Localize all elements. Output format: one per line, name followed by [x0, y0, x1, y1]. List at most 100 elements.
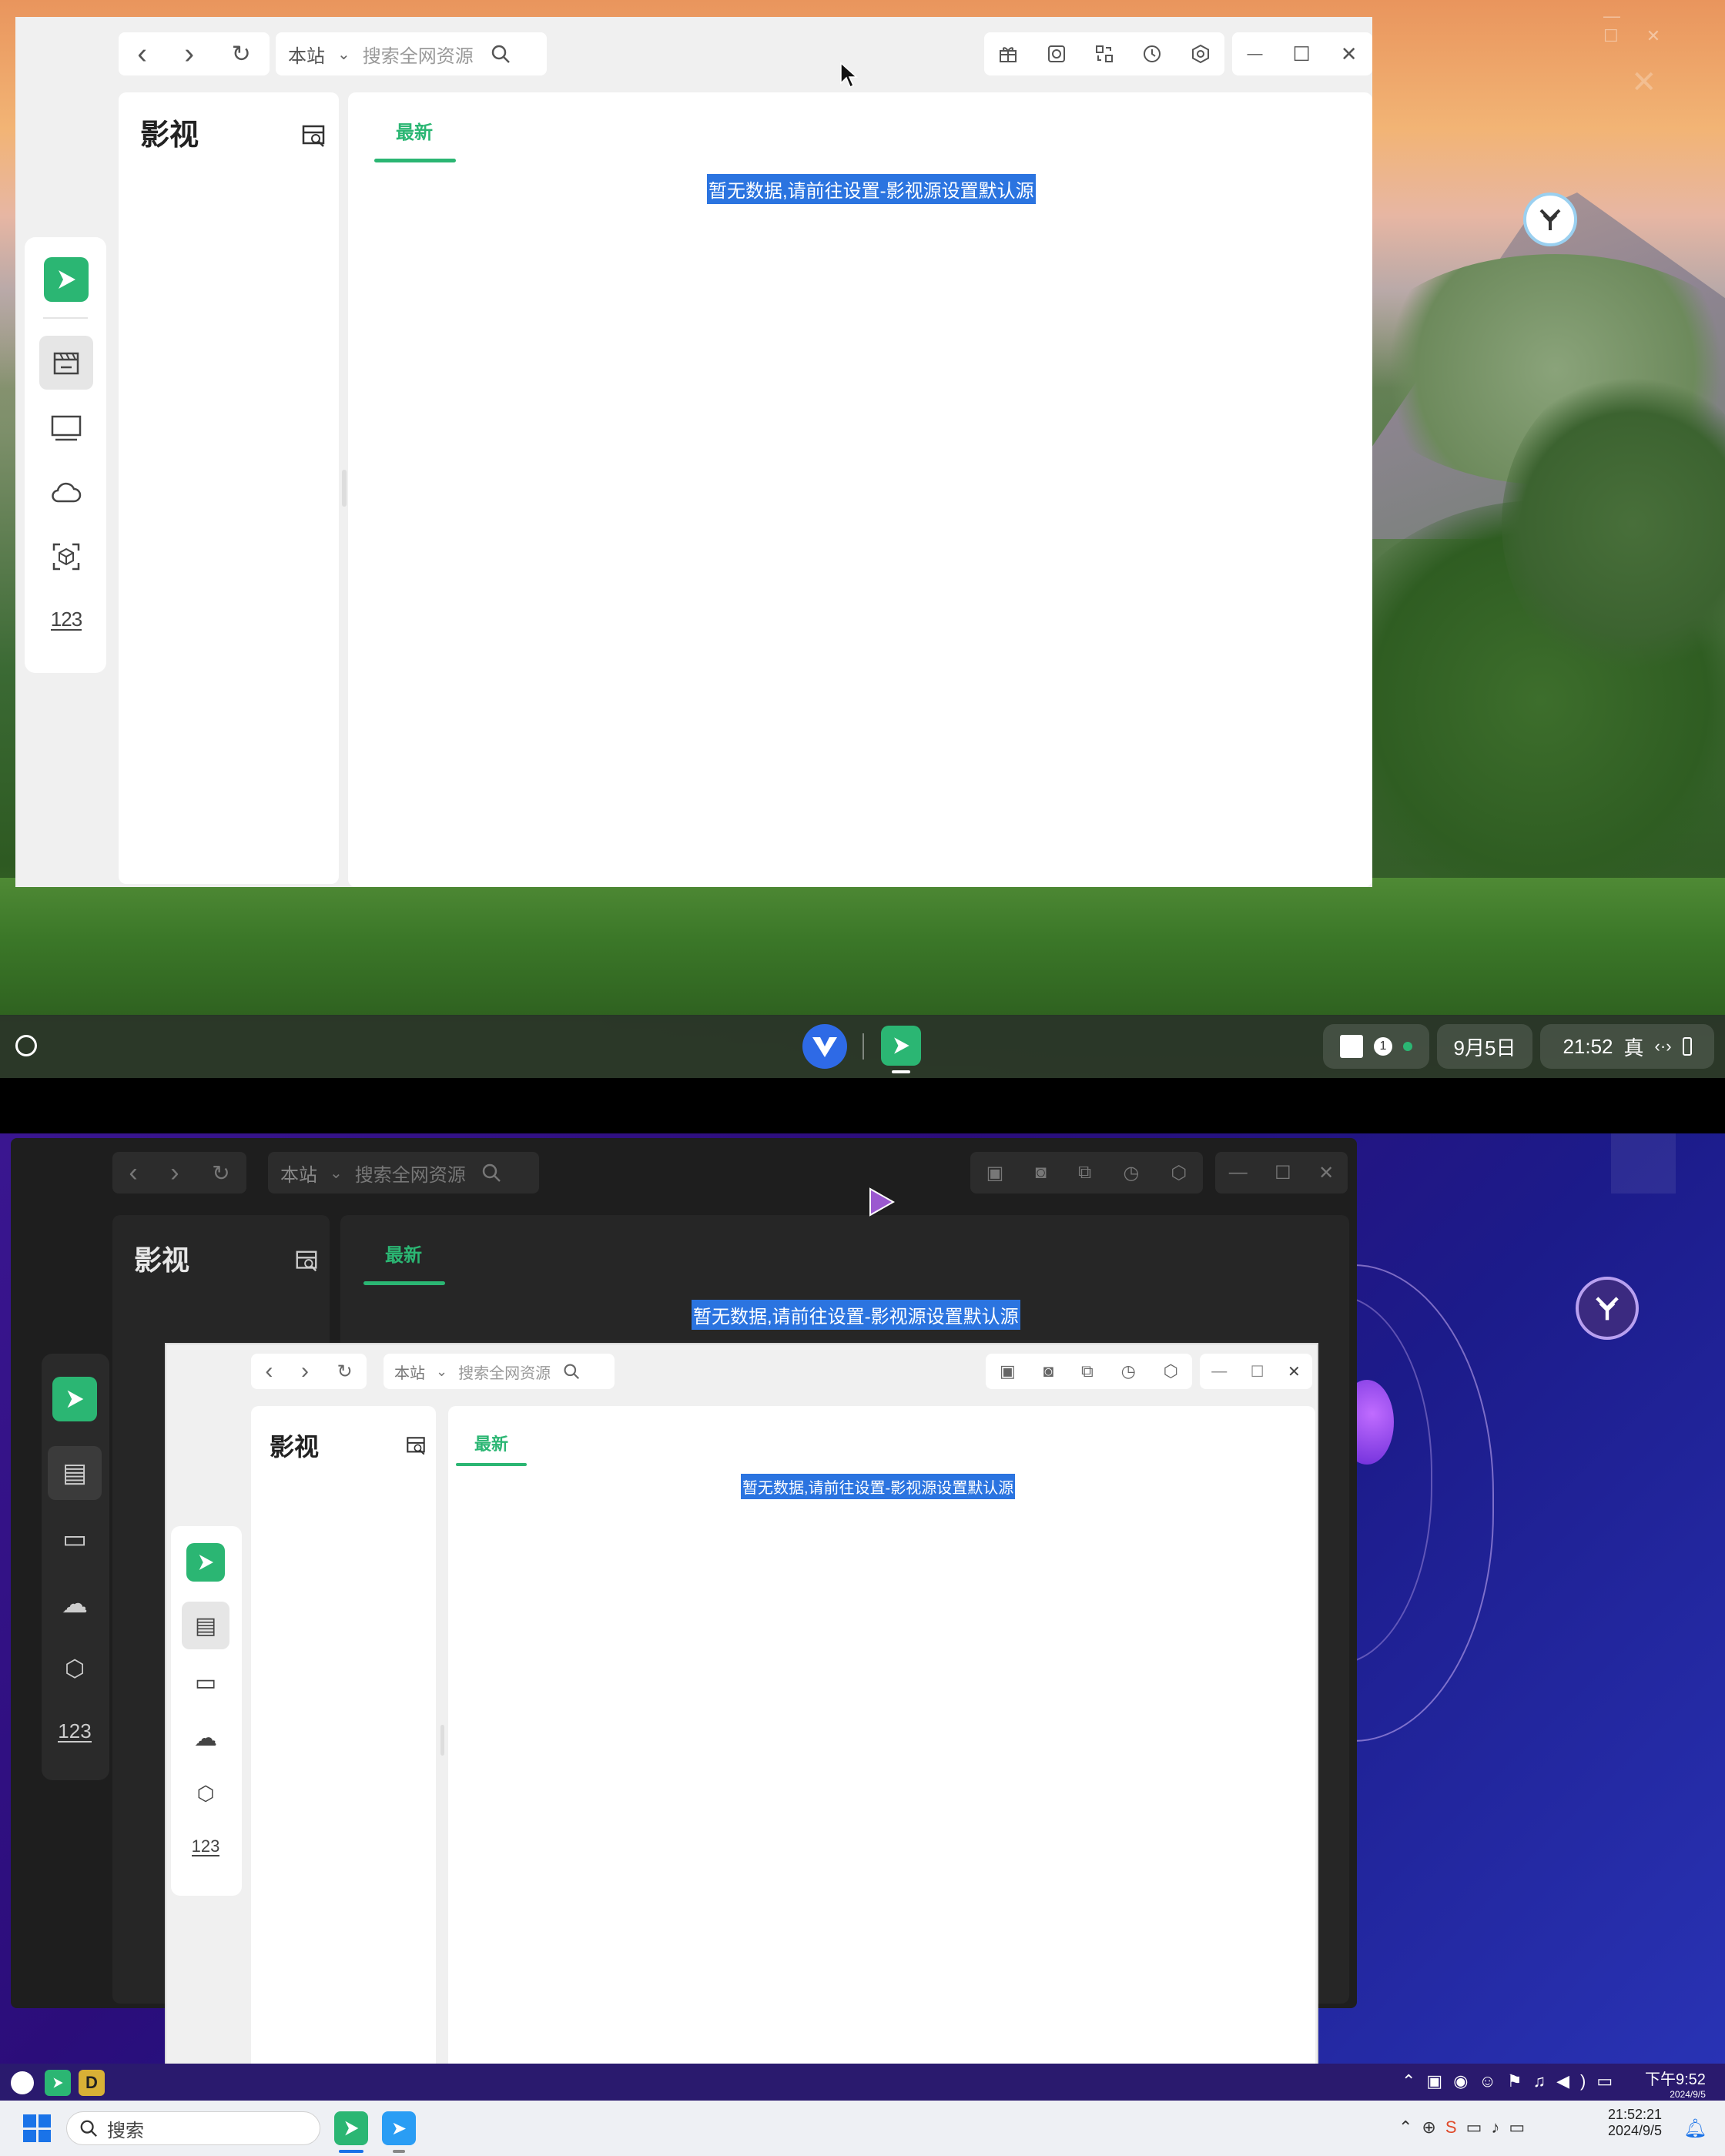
translate-icon[interactable]: ⧉	[1078, 1162, 1091, 1183]
rail-item-film[interactable]	[39, 336, 93, 390]
search-scope[interactable]: 本站	[288, 41, 325, 68]
rail-item-film[interactable]: ▤	[182, 1602, 229, 1649]
tray-clock[interactable]: 下午9:52 2024/9/5	[1645, 2067, 1706, 2100]
close-button[interactable]: ✕	[1318, 1162, 1334, 1184]
film-icon	[53, 352, 79, 375]
forward-button[interactable]: ›	[301, 1358, 309, 1384]
search-scope[interactable]: 本站	[394, 1361, 425, 1383]
search-input[interactable]: 搜索全网资源	[355, 1160, 466, 1187]
taskbar-app-plane[interactable]: ➤	[382, 2111, 416, 2145]
chevron-down-icon[interactable]: ⌄	[436, 1364, 447, 1380]
system-tray-icons[interactable]: ⌃⊕S▭♪▭	[1398, 2118, 1534, 2138]
camera-icon[interactable]	[1046, 43, 1067, 65]
taskbar-app-player[interactable]	[334, 2111, 368, 2145]
tray-app-d[interactable]: D	[79, 2070, 105, 2096]
rail-item-tv[interactable]: ▭	[48, 1512, 102, 1566]
rail-item-cloud[interactable]: ☁	[48, 1577, 102, 1631]
minimize-button[interactable]: —	[1247, 45, 1262, 63]
search-icon[interactable]	[481, 1163, 501, 1183]
taskbar-clock[interactable]: 21:52:21 2024/9/5	[1608, 2107, 1662, 2139]
minimize-button[interactable]: —	[1211, 1363, 1227, 1381]
search-icon[interactable]	[491, 44, 511, 64]
rail-item-tv[interactable]	[39, 400, 93, 454]
gift-icon[interactable]: ▣	[1000, 1361, 1016, 1381]
back-button[interactable]: ‹	[137, 38, 147, 71]
source-list-icon[interactable]	[300, 123, 327, 149]
time-pill[interactable]: 21:52 真 ‹·›	[1540, 1024, 1714, 1069]
tab-latest[interactable]: 最新	[396, 117, 433, 144]
tray-app-1[interactable]	[11, 2071, 34, 2094]
search-bar[interactable]: 本站 ⌄ 搜索全网资源	[268, 1152, 539, 1194]
rail-item-box[interactable]: ⬡	[48, 1642, 102, 1696]
desktop-widget-icon[interactable]	[1576, 1277, 1639, 1340]
rail-item-film[interactable]: ▤	[48, 1446, 102, 1500]
translate-icon[interactable]: ⧉	[1081, 1361, 1094, 1381]
search-icon[interactable]	[563, 1363, 580, 1380]
tray-app-player[interactable]	[45, 2070, 71, 2096]
rail-item-number[interactable]: 123	[39, 593, 93, 647]
close-button[interactable]: ✕	[1341, 42, 1358, 66]
tray-icons[interactable]: ⌃▣◉☺⚑♫◀)▭	[1402, 2071, 1623, 2091]
taskbar-app-player[interactable]	[881, 1026, 921, 1066]
back-button[interactable]: ‹	[129, 1158, 137, 1188]
chevron-down-icon[interactable]: ⌄	[330, 1163, 343, 1183]
refresh-button[interactable]: ↻	[212, 1160, 229, 1186]
search-input[interactable]: 搜索全网资源	[363, 41, 474, 68]
tab-latest-underline	[363, 1281, 445, 1285]
taskbar-search-input[interactable]: 搜索	[107, 2115, 144, 2142]
rail-item-number[interactable]: 123	[48, 1705, 102, 1759]
source-list-icon[interactable]	[294, 1249, 319, 1274]
desktop-widget-icon[interactable]	[1523, 192, 1577, 246]
close-button[interactable]: ✕	[1288, 1362, 1301, 1381]
top-desktop: ✕ —☐✕ ‹ › ↻ 本站 ⌄ 搜索全网资源 — ☐ ✕ 123 影视 最新 …	[0, 0, 1725, 1078]
refresh-button[interactable]: ↻	[232, 41, 251, 68]
ghost-window-block	[1611, 1133, 1676, 1194]
history-icon[interactable]	[1141, 43, 1163, 65]
tab-latest[interactable]: 最新	[385, 1240, 422, 1267]
gift-icon[interactable]: ▣	[986, 1162, 1004, 1184]
rail-item-cloud[interactable]	[39, 465, 93, 519]
panel-resize-handle[interactable]	[342, 470, 347, 507]
maximize-button[interactable]: ☐	[1274, 1162, 1291, 1184]
translate-icon[interactable]	[1094, 43, 1115, 65]
search-scope[interactable]: 本站	[280, 1160, 317, 1187]
history-icon[interactable]: ◷	[1123, 1162, 1139, 1184]
source-list-icon[interactable]	[405, 1435, 427, 1457]
search-input[interactable]: 搜索全网资源	[458, 1361, 551, 1383]
app-logo[interactable]	[186, 1543, 225, 1582]
launcher-button[interactable]	[15, 1035, 37, 1056]
taskbar-search[interactable]: 搜索	[66, 2111, 320, 2145]
taskbar-divider	[862, 1033, 864, 1060]
app-logo[interactable]	[44, 257, 89, 302]
panel-resize-handle[interactable]	[440, 1725, 444, 1756]
chevron-down-icon[interactable]: ⌄	[337, 45, 350, 64]
taskbar-app-browser[interactable]	[802, 1024, 847, 1069]
search-bar[interactable]: 本站 ⌄ 搜索全网资源	[276, 32, 547, 75]
maximize-button[interactable]: ☐	[1292, 42, 1310, 66]
tab-latest[interactable]: 最新	[474, 1431, 508, 1455]
tray-status[interactable]: 1	[1323, 1024, 1429, 1069]
gift-icon[interactable]	[997, 43, 1019, 65]
camera-icon[interactable]: ◙	[1035, 1162, 1047, 1183]
rail-item-tv[interactable]: ▭	[182, 1659, 229, 1706]
search-bar[interactable]: 本站 ⌄ 搜索全网资源	[384, 1354, 615, 1389]
camera-icon[interactable]: ◙	[1043, 1361, 1053, 1381]
refresh-button[interactable]: ↻	[337, 1361, 353, 1383]
history-icon[interactable]: ◷	[1121, 1361, 1136, 1381]
date-pill[interactable]: 9月5日	[1437, 1024, 1532, 1069]
settings-icon[interactable]: ⬡	[1164, 1361, 1178, 1381]
minimize-button[interactable]: —	[1229, 1162, 1248, 1183]
rail-item-box[interactable]	[39, 530, 93, 584]
back-button[interactable]: ‹	[265, 1358, 273, 1384]
start-button[interactable]	[23, 2114, 51, 2142]
forward-button[interactable]: ›	[170, 1158, 179, 1188]
forward-button[interactable]: ›	[184, 38, 194, 71]
settings-icon[interactable]	[1190, 43, 1211, 65]
app-logo[interactable]	[52, 1377, 97, 1421]
maximize-button[interactable]: ☐	[1251, 1362, 1264, 1381]
rail-item-number[interactable]: 123	[182, 1823, 229, 1871]
rail-item-cloud[interactable]: ☁	[182, 1714, 229, 1762]
settings-icon[interactable]: ⬡	[1171, 1162, 1187, 1184]
notification-bell-icon[interactable]: 🔔︎	[1683, 2118, 1707, 2140]
rail-item-box[interactable]: ⬡	[182, 1769, 229, 1817]
